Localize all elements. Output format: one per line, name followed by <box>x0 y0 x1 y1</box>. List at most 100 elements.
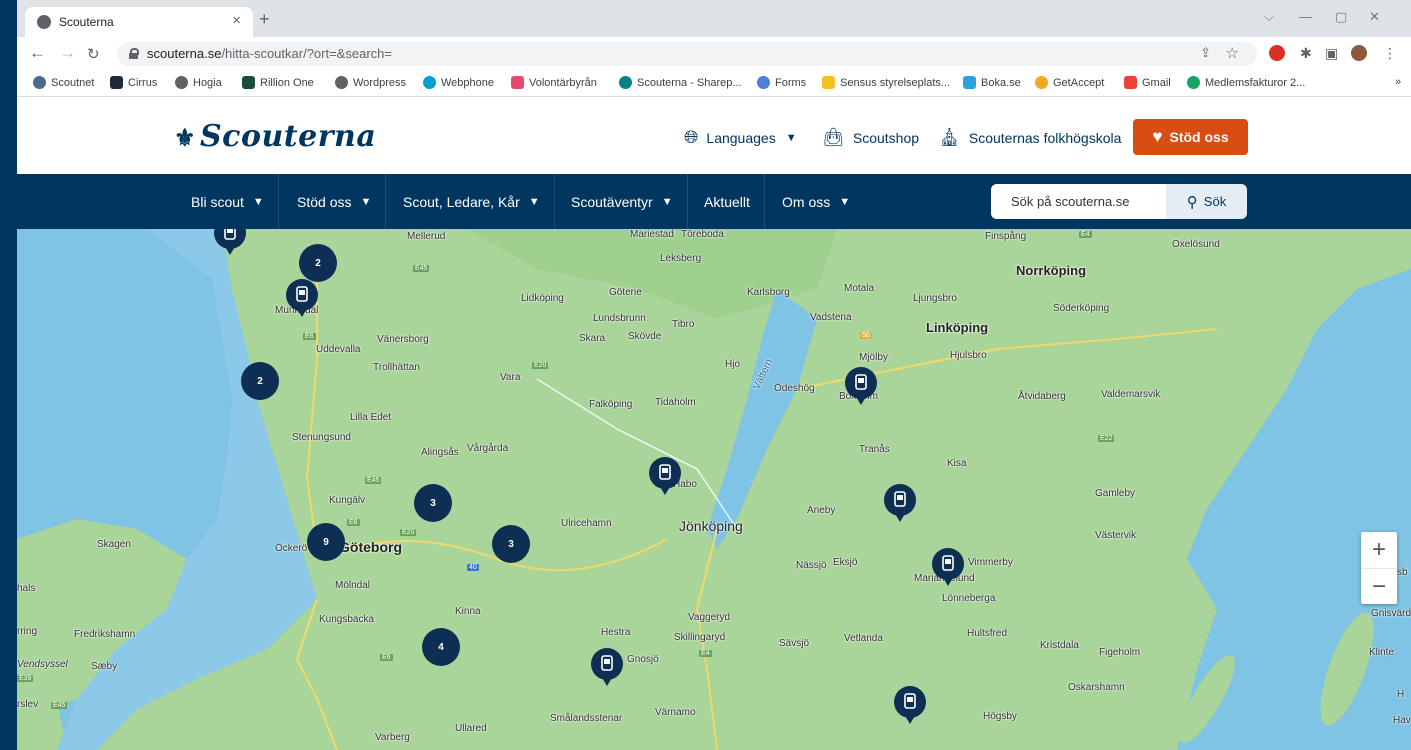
nav-scout-ledare-kar[interactable]: Scout, Ledare, Kår ▼ <box>389 174 555 229</box>
road-shield: 40 <box>467 564 479 571</box>
map-label: Falköping <box>589 399 633 410</box>
bookmark-gmail[interactable]: Gmail <box>1124 76 1171 89</box>
menu-icon[interactable]: ⋮ <box>1383 45 1397 62</box>
scout-group-pin-icon[interactable] <box>883 484 917 524</box>
search-input[interactable] <box>991 184 1166 219</box>
bookmarks-bar: Scoutnet Cirrus Hogia Rillion One Wordpr… <box>17 70 1411 97</box>
close-tab-icon[interactable]: × <box>232 12 241 29</box>
bookmarks-overflow[interactable]: » <box>1395 76 1401 88</box>
bookmark-sensus[interactable]: Sensus styrelseplats... <box>822 76 950 89</box>
map-cluster-marker[interactable]: 9 <box>307 523 345 561</box>
bookmark-webphone[interactable]: Webphone <box>423 76 494 89</box>
scout-group-pin-icon[interactable] <box>213 229 247 257</box>
zoom-in-button[interactable]: + <box>1361 532 1397 568</box>
browser-window: Scouterna × + ⌵ — ▢ ✕ ← → ↻ scouterna.se… <box>17 0 1411 750</box>
road-shield: E45 <box>365 477 382 484</box>
bookmark-wordpress[interactable]: Wordpress <box>335 76 406 89</box>
nav-aktuellt[interactable]: Aktuellt <box>690 174 765 229</box>
maximize-icon[interactable]: ▢ <box>1335 9 1347 25</box>
bookmark-sharepoint[interactable]: Scouterna - Sharep... <box>619 76 742 89</box>
map-cluster-marker[interactable]: 4 <box>422 628 460 666</box>
nav-bli-scout[interactable]: Bli scout ▼ <box>177 174 279 229</box>
map-label: Kungsbacka <box>319 614 375 625</box>
map-cluster-marker[interactable]: 3 <box>492 525 530 563</box>
bookmark-getaccept[interactable]: GetAccept <box>1035 76 1104 89</box>
abp-extension-icon[interactable] <box>1269 45 1285 61</box>
map-label: Mellerud <box>407 231 446 242</box>
map-label: Mariestad <box>630 229 674 240</box>
road-shield: E6 <box>303 333 316 340</box>
map-label: rring <box>17 626 38 637</box>
map-label: Jönköping <box>679 518 743 534</box>
map-cluster-marker[interactable]: 2 <box>241 362 279 400</box>
url-text: scouterna.se/hitta-scoutkar/?ort=&search… <box>147 46 392 61</box>
back-icon[interactable]: ← <box>29 43 46 63</box>
map-label: Hjulsbro <box>950 350 987 361</box>
map-label: Figeholm <box>1099 647 1141 658</box>
minimize-icon[interactable]: — <box>1299 9 1312 24</box>
scout-map[interactable]: Mellerud Mariestad Töreboda Finspång Oxe… <box>17 229 1411 750</box>
map-label: Göteborg <box>339 539 402 555</box>
map-label: Eksjö <box>833 557 858 568</box>
map-label: Lönneberga <box>942 593 996 604</box>
bookmark-hogia[interactable]: Hogia <box>175 76 222 89</box>
close-window-icon[interactable]: ✕ <box>1369 9 1380 25</box>
bookmark-medlemsfakturor[interactable]: Medlemsfakturor 2... <box>1187 76 1305 89</box>
scout-group-pin-icon[interactable] <box>590 648 624 688</box>
map-label: Oxelösund <box>1172 239 1220 250</box>
share-icon[interactable]: ⇪ <box>1200 45 1211 61</box>
map-label: Vaggeryd <box>688 612 731 623</box>
scout-group-pin-icon[interactable] <box>931 548 965 588</box>
forward-icon[interactable]: → <box>59 43 76 63</box>
profile-avatar[interactable] <box>1351 45 1367 61</box>
bookmark-volontarbyran[interactable]: Volontärbyrån <box>511 76 597 89</box>
map-label: Vara <box>500 372 521 383</box>
scout-group-pin-icon[interactable] <box>844 367 878 407</box>
nav-scoutaventyr[interactable]: Scoutäventyr ▼ <box>557 174 688 229</box>
map-label: Skagen <box>97 539 131 550</box>
new-tab-button[interactable]: + <box>259 9 270 30</box>
scout-group-pin-icon[interactable] <box>285 279 319 319</box>
map-label: Tibro <box>672 319 695 330</box>
map-label: Sävsjö <box>779 638 810 649</box>
bookmark-cirrus[interactable]: Cirrus <box>110 76 157 89</box>
bookmark-rillion[interactable]: Rillion One <box>242 76 314 89</box>
map-label: Stenungsund <box>292 432 351 443</box>
donate-button[interactable]: ♥ Stöd oss <box>1133 119 1248 155</box>
globe-icon <box>37 15 51 29</box>
lock-icon <box>129 48 139 59</box>
scoutshop-link[interactable]: 👜︎ Scoutshop <box>822 127 919 148</box>
road-shield: E45 <box>51 702 68 709</box>
nav-om-oss[interactable]: Om oss ▼ <box>768 174 864 229</box>
scout-group-pin-icon[interactable] <box>648 457 682 497</box>
bookmark-forms[interactable]: Forms <box>757 76 806 89</box>
bookmark-star-icon[interactable]: ☆ <box>1226 44 1239 62</box>
languages-menu[interactable]: 🌐︎ Languages ▼ <box>684 127 797 148</box>
map-label: Vimmerby <box>968 557 1013 568</box>
search-icon: ⚲ <box>1186 193 1198 211</box>
scout-group-pin-icon[interactable] <box>893 686 927 726</box>
reload-icon[interactable]: ↻ <box>87 45 100 63</box>
search-button[interactable]: ⚲ Sök <box>1166 184 1247 219</box>
nav-stod-oss[interactable]: Stöd oss ▼ <box>283 174 387 229</box>
tab-search-icon[interactable]: ⌵ <box>1264 9 1274 25</box>
zoom-out-button[interactable]: − <box>1361 568 1397 604</box>
bookmark-scoutnet[interactable]: Scoutnet <box>33 76 94 89</box>
omnibox[interactable]: scouterna.se/hitta-scoutkar/?ort=&search… <box>117 42 1257 66</box>
folkhogskola-link[interactable]: ⛪︎ Scouternas folkhögskola <box>938 127 1121 148</box>
map-label: Vetlanda <box>844 633 883 644</box>
map-label: Vadstena <box>810 312 852 323</box>
map-label: Västervik <box>1095 530 1137 541</box>
tab-title: Scouterna <box>59 15 114 29</box>
bookmark-boka[interactable]: Boka.se <box>963 76 1021 89</box>
map-label: Valdemarsvik <box>1101 389 1161 400</box>
map-cluster-marker[interactable]: 2 <box>299 244 337 282</box>
map-label: Sæby <box>91 661 118 672</box>
map-label: Varberg <box>375 732 410 743</box>
tab-scouterna[interactable]: Scouterna × <box>25 7 253 37</box>
extensions-puzzle-icon[interactable]: ✱ <box>1300 45 1312 62</box>
map-cluster-marker[interactable]: 3 <box>414 484 452 522</box>
map-label: Öckerö <box>275 543 308 554</box>
sidebar-icon[interactable]: ▣ <box>1325 45 1338 62</box>
scouterna-logo[interactable]: ⚜ Scouterna <box>174 119 376 154</box>
